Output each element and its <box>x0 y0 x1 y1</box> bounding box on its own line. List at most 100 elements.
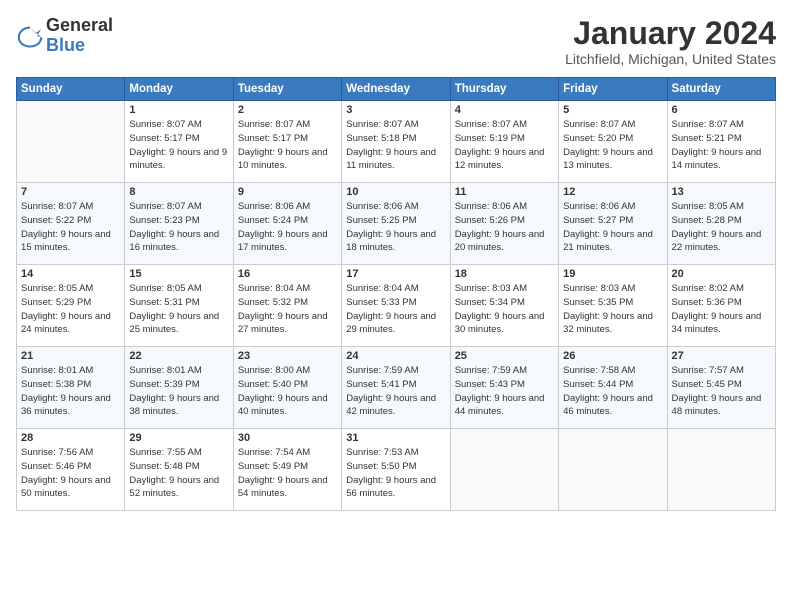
sunrise-text: Sunrise: 7:57 AM <box>672 365 744 376</box>
sunset-text: Sunset: 5:36 PM <box>672 297 742 308</box>
sunset-text: Sunset: 5:24 PM <box>238 215 308 226</box>
day-number: 10 <box>346 186 445 198</box>
day-number: 26 <box>563 350 662 362</box>
calendar-cell: 14Sunrise: 8:05 AMSunset: 5:29 PMDayligh… <box>17 265 125 347</box>
calendar-table: SundayMondayTuesdayWednesdayThursdayFrid… <box>16 77 776 511</box>
sunset-text: Sunset: 5:32 PM <box>238 297 308 308</box>
sunrise-text: Sunrise: 8:07 AM <box>21 201 93 212</box>
daylight-text: Daylight: 9 hours and 20 minutes. <box>455 229 545 254</box>
sunset-text: Sunset: 5:48 PM <box>129 461 199 472</box>
daylight-text: Daylight: 9 hours and 22 minutes. <box>672 229 762 254</box>
sunset-text: Sunset: 5:27 PM <box>563 215 633 226</box>
sunset-text: Sunset: 5:29 PM <box>21 297 91 308</box>
cell-content: Sunrise: 7:55 AM Sunset: 5:48 PM Daylight:… <box>129 446 228 501</box>
sunset-text: Sunset: 5:45 PM <box>672 379 742 390</box>
daylight-text: Daylight: 9 hours and 18 minutes. <box>346 229 436 254</box>
day-number: 4 <box>455 104 554 116</box>
sunrise-text: Sunrise: 8:01 AM <box>129 365 201 376</box>
page-container: General Blue January 2024 Litchfield, Mi… <box>0 0 792 612</box>
daylight-text: Daylight: 9 hours and 9 minutes. <box>129 147 227 172</box>
sunset-text: Sunset: 5:21 PM <box>672 133 742 144</box>
calendar-week-row: 14Sunrise: 8:05 AMSunset: 5:29 PMDayligh… <box>17 265 776 347</box>
sunset-text: Sunset: 5:23 PM <box>129 215 199 226</box>
cell-content: Sunrise: 8:07 AMSunset: 5:23 PMDaylight:… <box>129 200 228 255</box>
calendar-cell: 11Sunrise: 8:06 AMSunset: 5:26 PMDayligh… <box>450 183 558 265</box>
day-number: 7 <box>21 186 120 198</box>
cell-content: Sunrise: 8:05 AMSunset: 5:31 PMDaylight:… <box>129 282 228 337</box>
calendar-cell: 13Sunrise: 8:05 AMSunset: 5:28 PMDayligh… <box>667 183 775 265</box>
sunrise-text: Sunrise: 8:07 AM <box>129 201 201 212</box>
sunrise-text: Sunrise: 8:04 AM <box>346 283 418 294</box>
weekday-header-tuesday: Tuesday <box>233 78 341 101</box>
daylight-text: Daylight: 9 hours and 48 minutes. <box>672 393 762 418</box>
cell-content: Sunrise: 8:00 AMSunset: 5:40 PMDaylight:… <box>238 364 337 419</box>
sunrise-text: Sunrise: 8:06 AM <box>563 201 635 212</box>
weekday-header-saturday: Saturday <box>667 78 775 101</box>
daylight-text: Daylight: 9 hours and 38 minutes. <box>129 393 219 418</box>
weekday-header-thursday: Thursday <box>450 78 558 101</box>
day-number: 3 <box>346 104 445 116</box>
month-title: January 2024 <box>565 16 776 51</box>
sunset-text: Sunset: 5:46 PM <box>21 461 91 472</box>
cell-content: Sunrise: 8:05 AMSunset: 5:29 PMDaylight:… <box>21 282 120 337</box>
day-number: 1 <box>129 104 228 116</box>
daylight-text: Daylight: 9 hours and 15 minutes. <box>21 229 111 254</box>
calendar-cell: 23 Sunrise: 8:00 AMSunset: 5:40 PMDayligh… <box>233 347 341 429</box>
day-number: 5 <box>563 104 662 116</box>
calendar-cell: 15Sunrise: 8:05 AMSunset: 5:31 PMDayligh… <box>125 265 233 347</box>
sunset-text: Sunset: 5:28 PM <box>672 215 742 226</box>
sunset-text: Sunset: 5:49 PM <box>238 461 308 472</box>
cell-content: Sunrise: 8:01 AMSunset: 5:38 PMDaylight:… <box>21 364 120 419</box>
logo: General Blue <box>16 16 113 56</box>
cell-content: Sunrise: 8:07 AMSunset: 5:20 PMDaylight:… <box>563 118 662 173</box>
calendar-cell: 9Sunrise: 8:06 AMSunset: 5:24 PMDaylight… <box>233 183 341 265</box>
cell-content: Sunrise: 8:06 AMSunset: 5:26 PMDaylight:… <box>455 200 554 255</box>
weekday-header-sunday: Sunday <box>17 78 125 101</box>
sunset-text: Sunset: 5:33 PM <box>346 297 416 308</box>
calendar-cell: 7 Sunrise: 8:07 AM Sunset: 5:22 PM Daylight… <box>17 183 125 265</box>
cell-content: Sunrise: 8:03 AMSunset: 5:34 PMDaylight:… <box>455 282 554 337</box>
day-number: 17 <box>346 268 445 280</box>
cell-content: Sunrise: 8:06 AMSunset: 5:24 PMDaylight:… <box>238 200 337 255</box>
title-block: January 2024 Litchfield, Michigan, Unite… <box>565 16 776 67</box>
calendar-header-row: SundayMondayTuesdayWednesdayThursdayFrid… <box>17 78 776 101</box>
daylight-text: Daylight: 9 hours and 13 minutes. <box>563 147 653 172</box>
sunset-text: Sunset: 5:22 PM <box>21 215 91 226</box>
sunrise-text: Sunrise: 8:07 AM <box>563 119 635 130</box>
sunrise-text: Sunrise: 8:03 AM <box>563 283 635 294</box>
daylight-text: Daylight: 9 hours and 24 minutes. <box>21 311 111 336</box>
daylight-text: Daylight: 9 hours and 11 minutes. <box>346 147 436 172</box>
sunset-text: Sunset: 5:25 PM <box>346 215 416 226</box>
calendar-cell: 18Sunrise: 8:03 AMSunset: 5:34 PMDayligh… <box>450 265 558 347</box>
sunset-text: Sunset: 5:44 PM <box>563 379 633 390</box>
logo-icon <box>16 22 44 50</box>
calendar-cell: 10Sunrise: 8:06 AMSunset: 5:25 PMDayligh… <box>342 183 450 265</box>
calendar-cell <box>667 429 775 511</box>
sunrise-text: Sunrise: 7:55 AM <box>129 447 201 458</box>
cell-content: Sunrise: 8:03 AMSunset: 5:35 PMDaylight:… <box>563 282 662 337</box>
weekday-header-monday: Monday <box>125 78 233 101</box>
sunrise-text: Sunrise: 7:59 AM <box>346 365 418 376</box>
day-number: 27 <box>672 350 771 362</box>
day-number: 23 <box>238 350 337 362</box>
sunrise-text: Sunrise: 8:07 AM <box>672 119 744 130</box>
daylight-text: Daylight: 9 hours and 52 minutes. <box>129 475 219 500</box>
calendar-cell: 20Sunrise: 8:02 AMSunset: 5:36 PMDayligh… <box>667 265 775 347</box>
sunrise-text: Sunrise: 8:05 AM <box>129 283 201 294</box>
cell-content: Sunrise: 8:05 AMSunset: 5:28 PMDaylight:… <box>672 200 771 255</box>
calendar-week-row: 7 Sunrise: 8:07 AM Sunset: 5:22 PM Daylight… <box>17 183 776 265</box>
calendar-week-row: 28Sunrise: 7:56 AMSunset: 5:46 PMDayligh… <box>17 429 776 511</box>
calendar-cell: 28Sunrise: 7:56 AMSunset: 5:46 PMDayligh… <box>17 429 125 511</box>
day-number: 21 <box>21 350 120 362</box>
calendar-cell: 22Sunrise: 8:01 AMSunset: 5:39 PMDayligh… <box>125 347 233 429</box>
sunset-text: Sunset: 5:50 PM <box>346 461 416 472</box>
calendar-cell: 12Sunrise: 8:06 AMSunset: 5:27 PMDayligh… <box>559 183 667 265</box>
calendar-cell: 4Sunrise: 8:07 AMSunset: 5:19 PMDaylight… <box>450 101 558 183</box>
sunrise-text: Sunrise: 8:07 AM <box>346 119 418 130</box>
day-number: 2 <box>238 104 337 116</box>
day-number: 8 <box>129 186 228 198</box>
daylight-text: Daylight: 9 hours and 30 minutes. <box>455 311 545 336</box>
location-text: Litchfield, Michigan, United States <box>565 51 776 67</box>
sunrise-text: Sunrise: 7:54 AM <box>238 447 310 458</box>
logo-text: General Blue <box>46 16 113 56</box>
